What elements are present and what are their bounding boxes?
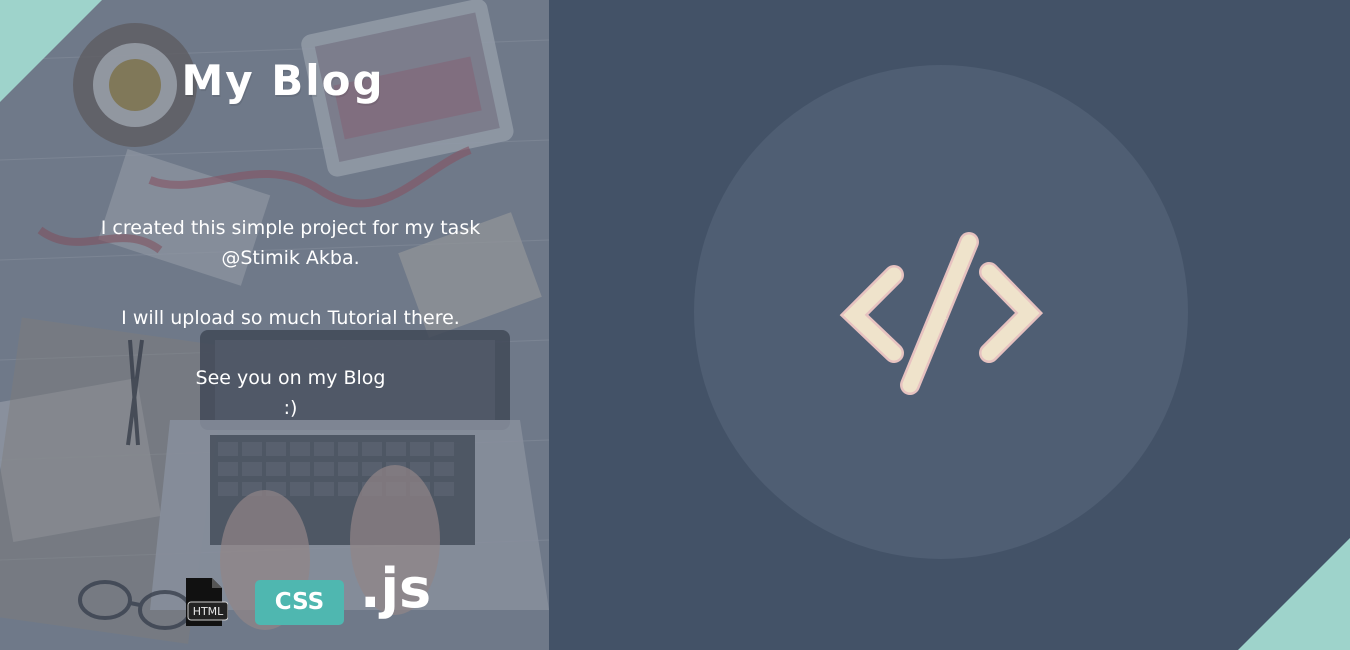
code-icon-initials: an xyxy=(930,307,947,323)
css-badge-icon: CSS xyxy=(255,580,344,625)
html-file-icon: HTML xyxy=(186,578,228,626)
description-line: @Stimik Akba. xyxy=(221,247,360,269)
code-brackets-icon: an xyxy=(839,232,1044,395)
description-line: See you on my Blog xyxy=(195,367,386,389)
hero-panel: My Blog I created this simple project fo… xyxy=(0,0,549,650)
description-line: :) xyxy=(283,397,298,419)
corner-accent-bottom-right xyxy=(1238,538,1350,650)
description-line: I created this simple project for my tas… xyxy=(100,217,481,239)
blog-title: My Blog xyxy=(181,56,385,105)
blog-description: I created this simple project for my tas… xyxy=(40,213,541,423)
description-line: I will upload so much Tutorial there. xyxy=(121,307,460,329)
html-icon-label: HTML xyxy=(193,605,224,618)
tech-icons: HTML CSS .js xyxy=(0,557,549,640)
js-icon: .js xyxy=(360,557,432,620)
code-panel: an xyxy=(549,0,1350,650)
